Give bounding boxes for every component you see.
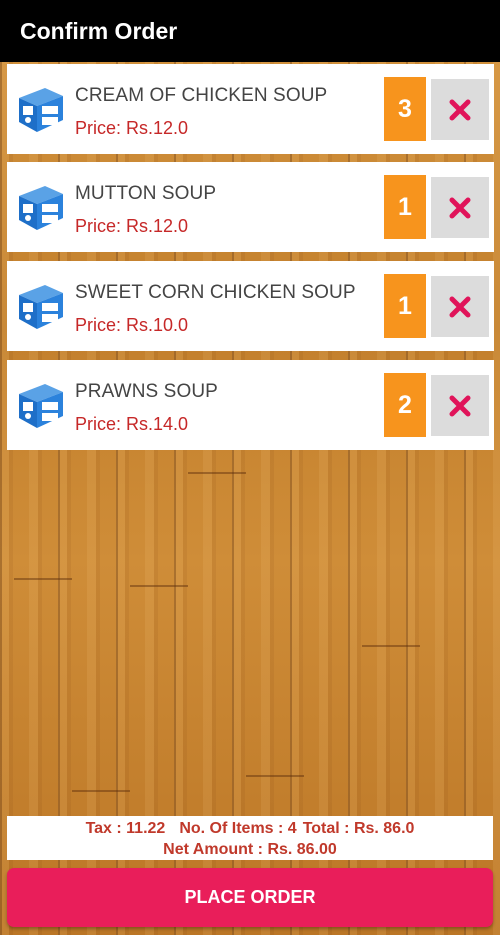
item-name: MUTTON SOUP <box>75 183 217 204</box>
close-icon <box>449 296 471 317</box>
item-price: Price: Rs.14.0 <box>75 414 189 434</box>
quantity-badge[interactable]: 3 <box>384 77 426 141</box>
remove-item-button[interactable] <box>431 276 489 337</box>
food-box-icon <box>19 88 63 132</box>
plank-seam <box>246 775 304 777</box>
quantity-badge[interactable]: 1 <box>384 274 426 338</box>
order-item: SWEET CORN CHICKEN SOUP Price: Rs.10.0 1 <box>7 261 494 351</box>
item-price: Price: Rs.12.0 <box>75 118 189 138</box>
order-summary: Tax : 11.22 No. Of Items : 4 Total : Rs. 8… <box>7 816 493 860</box>
food-box-icon <box>19 285 63 329</box>
remove-item-button[interactable] <box>431 177 489 238</box>
quantity-badge[interactable]: 2 <box>384 373 426 437</box>
total-amount: Total : Rs. 86.0 <box>302 820 415 837</box>
app-bar: Confirm Order <box>0 0 500 62</box>
item-name: SWEET CORN CHICKEN SOUP <box>75 282 356 303</box>
remove-item-button[interactable] <box>431 79 489 140</box>
order-item: CREAM OF CHICKEN SOUP Price: Rs.12.0 3 <box>7 64 494 154</box>
summary-line: Tax : 11.22 No. Of Items : 4 Total : Rs. 8… <box>7 818 493 839</box>
item-name: CREAM OF CHICKEN SOUP <box>75 85 328 106</box>
page-title: Confirm Order <box>20 17 178 44</box>
plank-seam <box>130 585 188 587</box>
food-box-icon <box>19 186 63 230</box>
tax-amount: Tax : 11.22 <box>85 820 166 837</box>
item-price: Price: Rs.10.0 <box>75 315 189 335</box>
close-icon <box>449 99 471 120</box>
plank-seam <box>14 578 72 580</box>
items-count: No. Of Items : 4 <box>179 820 297 837</box>
item-price: Price: Rs.12.0 <box>75 216 189 236</box>
food-box-icon <box>19 384 63 428</box>
place-order-label: PLACE ORDER <box>184 887 316 907</box>
plank-seam <box>72 790 130 792</box>
order-item: MUTTON SOUP Price: Rs.12.0 1 <box>7 162 494 252</box>
net-amount: Net Amount : Rs. 86.00 <box>163 841 337 858</box>
quantity-badge[interactable]: 1 <box>384 175 426 239</box>
plank-seam <box>188 472 246 474</box>
close-icon <box>449 395 471 416</box>
remove-item-button[interactable] <box>431 375 489 436</box>
close-icon <box>449 197 471 218</box>
order-item: PRAWNS SOUP Price: Rs.14.0 2 <box>7 360 494 450</box>
place-order-button[interactable]: PLACE ORDER <box>7 868 493 927</box>
item-name: PRAWNS SOUP <box>75 381 218 402</box>
plank-seam <box>362 645 420 647</box>
